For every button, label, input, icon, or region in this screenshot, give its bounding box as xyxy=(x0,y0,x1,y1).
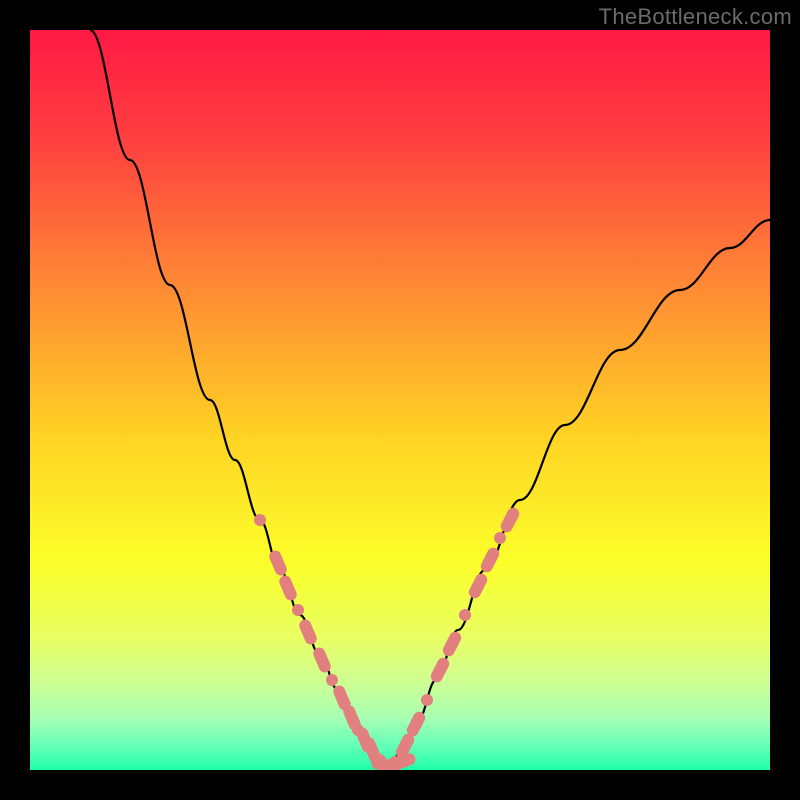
marker-dot xyxy=(494,532,506,544)
marker-pill xyxy=(311,646,332,675)
marker-pill xyxy=(499,506,521,535)
marker-dot xyxy=(292,604,304,616)
marker-pill xyxy=(467,572,489,601)
curve-left-branch xyxy=(90,30,388,770)
marker-pill xyxy=(429,656,451,685)
curve-right-branch xyxy=(388,220,770,770)
outer-frame: TheBottleneck.com xyxy=(0,0,800,800)
curve-layer xyxy=(30,30,770,770)
marker-dot xyxy=(459,609,471,621)
marker-pill xyxy=(277,574,298,603)
marker-pill xyxy=(297,618,318,647)
marker-pill xyxy=(267,549,288,578)
marker-dot xyxy=(254,514,266,526)
marker-dot xyxy=(421,694,433,706)
marker-dot xyxy=(326,674,338,686)
watermark-text: TheBottleneck.com xyxy=(599,4,792,30)
markers-group xyxy=(254,506,521,770)
plot-area xyxy=(30,30,770,770)
marker-pill xyxy=(441,630,463,659)
